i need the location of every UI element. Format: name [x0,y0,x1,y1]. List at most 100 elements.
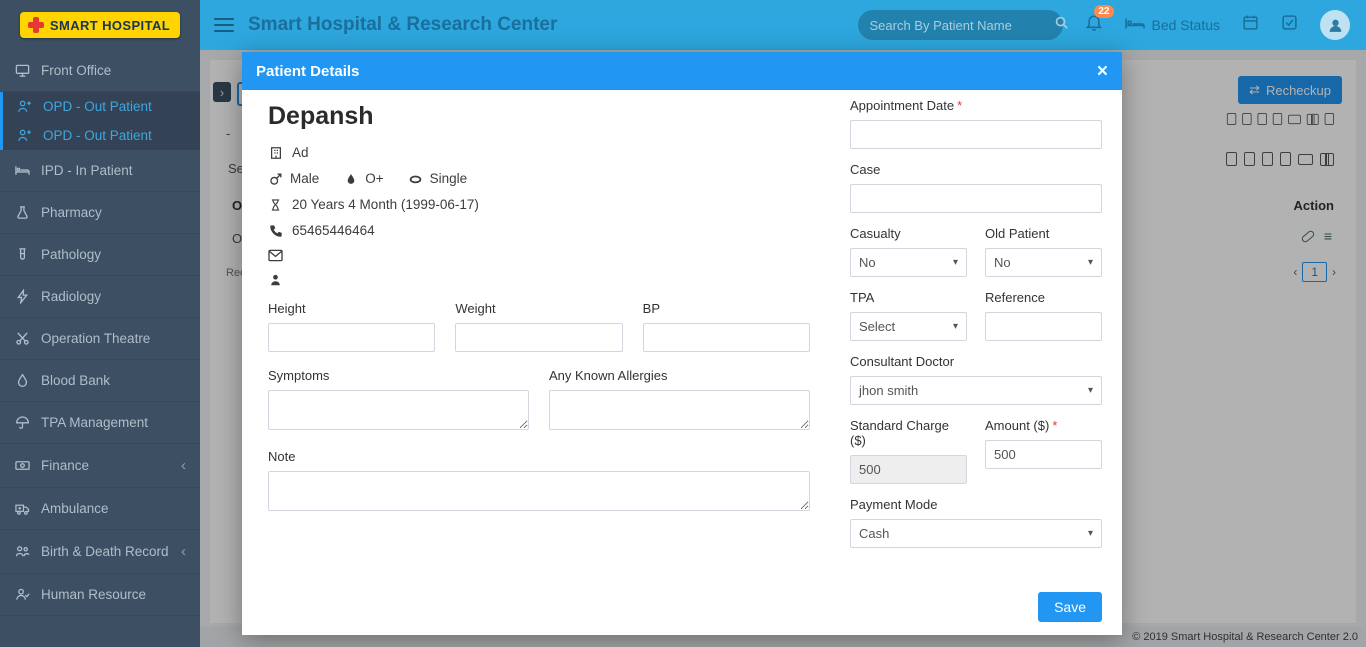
allergies-label: Any Known Allergies [549,368,810,383]
menu-toggle-icon[interactable] [214,14,234,36]
sidebar-item-label: TPA Management [41,415,148,430]
user-avatar[interactable] [1320,10,1350,40]
sidebar-item-birth-death-record[interactable]: Birth & Death Record ‹ [0,530,200,574]
address-icon [268,146,283,160]
required-mark: * [957,98,962,113]
chevron-down-icon: ▾ [1088,528,1093,539]
sidebar-item-finance[interactable]: Finance ‹ [0,444,200,488]
height-label: Height [268,301,435,316]
patient-search[interactable] [858,10,1063,40]
radiology-icon [14,289,30,304]
required-mark: * [1052,418,1057,433]
sidebar-item-label: IPD - In Patient [41,163,133,178]
standard-charge-input [850,455,967,484]
weight-input[interactable] [455,323,622,352]
note-textarea[interactable] [268,471,810,511]
case-input[interactable] [850,184,1102,213]
marital-status-icon [408,172,423,186]
bp-label: BP [643,301,810,316]
gender-icon [268,172,283,186]
phone-icon [268,224,283,238]
sidebar-item-label: Ambulance [41,501,109,516]
tpa-label: TPA [850,290,967,305]
sidebar-item-tpa-management[interactable]: TPA Management [0,402,200,444]
symptoms-textarea[interactable] [268,390,529,430]
bed-icon [1125,16,1145,34]
search-icon[interactable] [1054,15,1069,35]
chevron-down-icon: ▾ [953,257,958,268]
chevron-down-icon: ▾ [1088,385,1093,396]
close-icon[interactable]: × [1097,62,1108,81]
modal-header: Patient Details × [242,52,1122,90]
payment-mode-label: Payment Mode [850,497,1102,512]
sidebar-item-ipd[interactable]: IPD - In Patient [0,150,200,192]
sidebar-item-blood-bank[interactable]: Blood Bank [0,360,200,402]
ambulance-icon [14,501,30,516]
patient-marital-status: Single [430,171,468,186]
save-button[interactable]: Save [1038,592,1102,622]
bp-input[interactable] [643,323,810,352]
finance-icon [14,458,30,473]
modal-title: Patient Details [256,63,359,80]
sidebar-item-opd-out-patient[interactable]: OPD - Out Patient [0,92,200,121]
sidebar-item-label: Human Resource [41,587,146,602]
appointment-date-input[interactable] [850,120,1102,149]
tpa-select[interactable]: Select ▾ [850,312,967,341]
calendar-icon[interactable] [1242,14,1259,36]
sidebar-item-opd-out-patient[interactable]: OPD - Out Patient [0,121,200,150]
patient-phone: 65465446464 [292,223,375,238]
front-office-icon [14,63,30,78]
page-title: Smart Hospital & Research Center [248,14,557,36]
chevron-down-icon: ▾ [953,321,958,332]
birth-death-icon [14,544,30,559]
tasks-icon[interactable] [1281,14,1298,36]
search-input[interactable] [870,18,1046,33]
consultant-doctor-select[interactable]: jhon smith ▾ [850,376,1102,405]
sidebar-item-ambulance[interactable]: Ambulance [0,488,200,530]
symptoms-label: Symptoms [268,368,529,383]
sidebar-item-label: OPD - Out Patient [43,128,152,143]
height-input[interactable] [268,323,435,352]
sidebar-item-label: Birth & Death Record [41,544,169,559]
patient-age: 20 Years 4 Month (1999-06-17) [292,197,479,212]
patient-gender: Male [290,171,319,186]
submenu-chevron-icon: ‹ [181,457,186,474]
sidebar-item-human-resource[interactable]: Human Resource [0,574,200,616]
ipd-icon [14,163,30,178]
sidebar-item-front-office[interactable]: Front Office [0,50,200,92]
patient-name: Depansh [268,102,810,131]
patient-details-modal: Patient Details × Depansh Ad [242,52,1122,635]
app-logo[interactable]: SMART HOSPITAL [0,0,200,50]
allergies-textarea[interactable] [549,390,810,430]
note-label: Note [268,449,810,464]
sidebar-item-radiology[interactable]: Radiology [0,276,200,318]
email-icon [268,249,283,262]
sidebar-item-operation-theatre[interactable]: Operation Theatre [0,318,200,360]
notifications-button[interactable]: 22 [1085,14,1103,37]
casualty-select[interactable]: No ▾ [850,248,967,277]
old-patient-label: Old Patient [985,226,1102,241]
sidebar-nav: Front Office OPD - Out Patient OPD - Out… [0,50,200,647]
sidebar-item-label: Front Office [41,63,111,78]
bed-status-label: Bed Status [1152,17,1221,33]
patient-address: Ad [292,145,309,160]
opd-icon [16,99,32,114]
reference-input[interactable] [985,312,1102,341]
casualty-label: Casualty [850,226,967,241]
sidebar-item-pharmacy[interactable]: Pharmacy [0,192,200,234]
sidebar-item-label: Pharmacy [41,205,102,220]
reference-label: Reference [985,290,1102,305]
notification-count-badge: 22 [1094,5,1113,18]
sidebar-item-pathology[interactable]: Pathology [0,234,200,276]
case-label: Case [850,162,1102,177]
amount-input[interactable] [985,440,1102,469]
brand-name: SMART HOSPITAL [50,18,170,33]
patient-blood-group: O+ [365,171,383,186]
standard-charge-label: Standard Charge ($) [850,418,967,448]
old-patient-select[interactable]: No ▾ [985,248,1102,277]
bed-status-button[interactable]: Bed Status [1125,16,1221,34]
sidebar-item-label: OPD - Out Patient [43,99,152,114]
age-icon [268,198,283,212]
sidebar-item-label: Pathology [41,247,101,262]
payment-mode-select[interactable]: Cash ▾ [850,519,1102,548]
